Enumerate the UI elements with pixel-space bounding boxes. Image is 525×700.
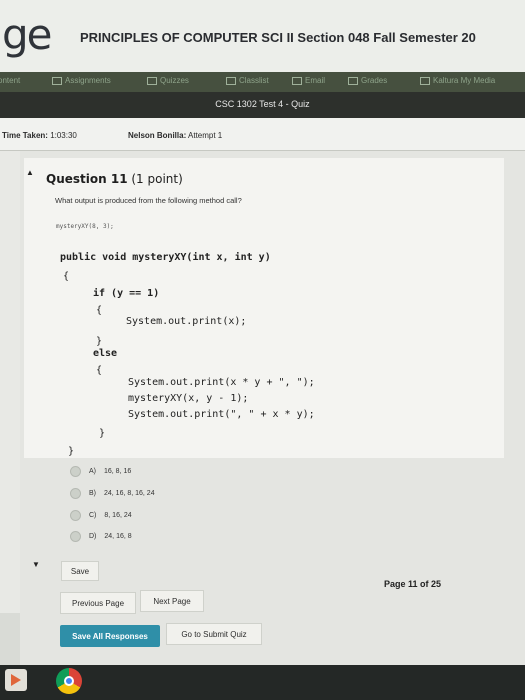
save-button[interactable]: Save <box>61 561 99 581</box>
answer-option-b[interactable]: B) 24, 16, 8, 16, 24 <box>70 488 155 499</box>
email-icon <box>292 76 302 85</box>
student-attempt: Nelson Bonilla: Attempt 1 <box>128 131 223 140</box>
answer-option-d[interactable]: D) 24, 16, 8 <box>70 531 132 542</box>
code-line: public void mysteryXY(int x, int y) <box>60 252 271 263</box>
quiz-info-bar: Time Taken: 1:03:30 Nelson Bonilla: Atte… <box>0 118 525 151</box>
code-line: } <box>99 428 106 439</box>
submit-quiz-button[interactable]: Go to Submit Quiz <box>166 623 262 645</box>
question-prompt: What output is produced from the followi… <box>55 196 242 205</box>
quizzes-icon <box>147 76 157 85</box>
nav-item-assignments[interactable]: Assignments <box>52 76 111 85</box>
code-line: if (y == 1) <box>93 288 160 299</box>
course-navbar: ontent Assignments Quizzes Classlist Ema… <box>0 72 525 92</box>
answer-option-c[interactable]: C) 8, 16, 24 <box>70 510 132 521</box>
page-indicator: Page 11 of 25 <box>384 579 442 589</box>
kaltura-icon <box>420 76 430 85</box>
media-player-icon[interactable] <box>5 669 27 691</box>
radio-button[interactable] <box>70 466 81 477</box>
nav-item-quizzes[interactable]: Quizzes <box>147 76 189 85</box>
chrome-icon[interactable] <box>56 668 82 694</box>
save-all-responses-button[interactable]: Save All Responses <box>60 625 160 647</box>
radio-button[interactable] <box>70 488 81 499</box>
nav-item-kaltura[interactable]: Kaltura My Media <box>420 76 495 85</box>
code-line: } <box>96 336 103 347</box>
code-line: mysteryXY(x, y - 1); <box>128 393 249 404</box>
grades-icon <box>348 76 358 85</box>
radio-button[interactable] <box>70 531 81 542</box>
expand-caret-icon[interactable]: ▼ <box>32 560 40 569</box>
code-line: { <box>63 271 70 282</box>
code-line: } <box>68 446 75 457</box>
time-taken: Time Taken: 1:03:30 <box>2 131 77 140</box>
code-line: System.out.print(x * y + ", "); <box>128 377 315 388</box>
course-title: PRINCIPLES OF COMPUTER SCI II Section 04… <box>80 30 476 45</box>
code-line: System.out.print(", " + x * y); <box>128 409 315 420</box>
code-line: System.out.print(x); <box>126 316 247 327</box>
question-heading: Question 11 (1 point) <box>46 172 183 186</box>
answer-option-a[interactable]: A) 16, 8, 16 <box>70 466 131 477</box>
collapse-caret-icon[interactable]: ▲ <box>26 168 34 177</box>
nav-item-email[interactable]: Email <box>292 76 325 85</box>
logo: ge <box>2 10 52 59</box>
quiz-header: CSC 1302 Test 4 - Quiz <box>0 92 525 118</box>
nav-item-content[interactable]: ontent <box>0 76 20 85</box>
method-call: mysteryXY(8, 3); <box>56 223 114 230</box>
quiz-title: CSC 1302 Test 4 - Quiz <box>215 99 310 109</box>
nav-item-grades[interactable]: Grades <box>348 76 387 85</box>
previous-page-button[interactable]: Previous Page <box>60 592 136 614</box>
assignments-icon <box>52 76 62 85</box>
code-line: { <box>96 365 103 376</box>
next-page-button[interactable]: Next Page <box>140 590 204 612</box>
classlist-icon <box>226 76 236 85</box>
radio-button[interactable] <box>70 510 81 521</box>
code-line: else <box>93 348 118 359</box>
left-gutter <box>0 151 20 613</box>
code-line: { <box>96 305 103 316</box>
nav-item-classlist[interactable]: Classlist <box>226 76 269 85</box>
site-header: ge PRINCIPLES OF COMPUTER SCI II Section… <box>0 0 525 72</box>
